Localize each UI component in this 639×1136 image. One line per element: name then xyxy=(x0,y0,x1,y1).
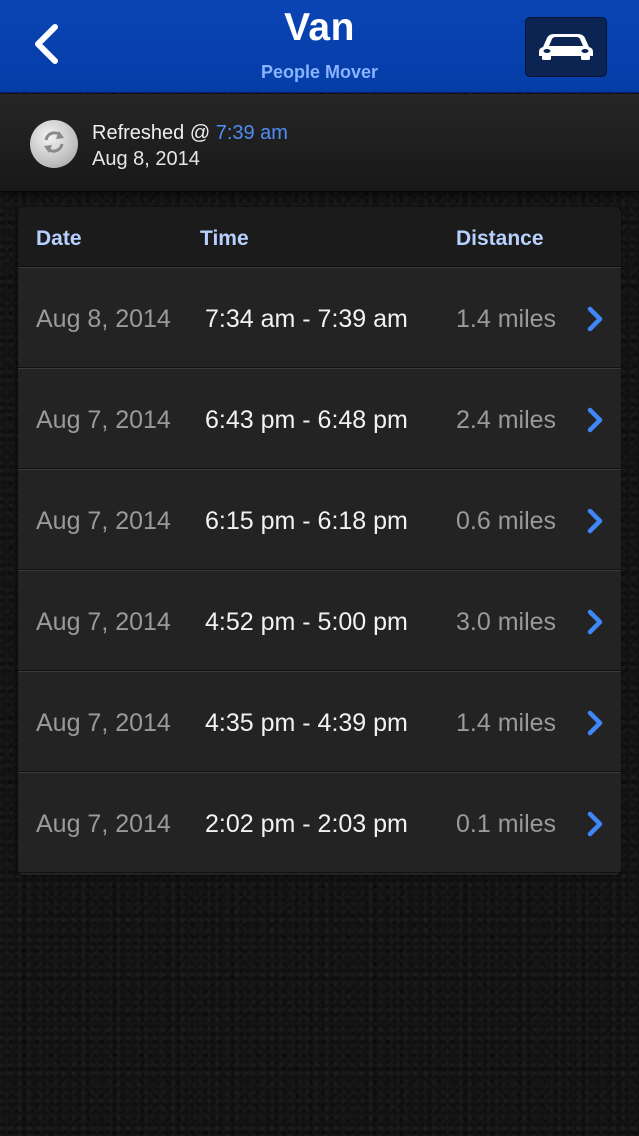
table-row[interactable]: Aug 7, 2014 4:35 pm - 4:39 pm 1.4 miles xyxy=(18,671,621,772)
vehicle-button[interactable] xyxy=(525,17,607,77)
trip-time: 6:15 pm - 6:18 pm xyxy=(205,507,408,535)
column-header-date: Date xyxy=(36,227,82,250)
trip-date: Aug 7, 2014 xyxy=(36,406,171,434)
refresh-label: Refreshed @ xyxy=(92,122,211,144)
chevron-right-icon xyxy=(584,507,606,535)
trip-distance: 3.0 miles xyxy=(456,608,557,636)
trip-date: Aug 7, 2014 xyxy=(36,810,171,838)
refresh-icon xyxy=(39,127,69,162)
table-header: Date Time Distance xyxy=(18,207,621,267)
refresh-time: 7:39 am xyxy=(215,122,288,144)
trip-distance: 2.4 miles xyxy=(456,406,557,434)
trip-distance: 0.6 miles xyxy=(456,507,557,535)
trip-table: Date Time Distance Aug 8, 2014 7:34 am -… xyxy=(18,207,621,875)
refresh-status: Refreshed @ 7:39 am xyxy=(92,122,288,145)
chevron-right-icon xyxy=(584,709,606,737)
refresh-date: Aug 8, 2014 xyxy=(92,148,200,170)
trip-distance: 1.4 miles xyxy=(456,305,557,333)
trip-date: Aug 7, 2014 xyxy=(36,507,171,535)
column-header-time: Time xyxy=(200,227,249,250)
chevron-right-icon xyxy=(584,406,606,434)
table-row[interactable]: Aug 7, 2014 6:15 pm - 6:18 pm 0.6 miles xyxy=(18,469,621,570)
trip-date: Aug 7, 2014 xyxy=(36,709,171,737)
chevron-right-icon xyxy=(584,608,606,636)
trip-time: 7:34 am - 7:39 am xyxy=(205,305,408,333)
refresh-status-bar: Refreshed @ 7:39 am Aug 8, 2014 xyxy=(0,94,639,192)
trip-time: 4:52 pm - 5:00 pm xyxy=(205,608,408,636)
trip-distance: 1.4 miles xyxy=(456,709,557,737)
trip-time: 6:43 pm - 6:48 pm xyxy=(205,406,408,434)
table-row[interactable]: Aug 8, 2014 7:34 am - 7:39 am 1.4 miles xyxy=(18,267,621,368)
table-row[interactable]: Aug 7, 2014 6:43 pm - 6:48 pm 2.4 miles xyxy=(18,368,621,469)
trip-date: Aug 8, 2014 xyxy=(36,305,171,333)
refresh-button[interactable] xyxy=(30,120,78,168)
chevron-right-icon xyxy=(584,305,606,333)
chevron-right-icon xyxy=(584,810,606,838)
trip-date: Aug 7, 2014 xyxy=(36,608,171,636)
trip-time: 2:02 pm - 2:03 pm xyxy=(205,810,408,838)
table-row[interactable]: Aug 7, 2014 2:02 pm - 2:03 pm 0.1 miles xyxy=(18,772,621,873)
navigation-bar: Van People Mover xyxy=(0,0,639,93)
table-row[interactable]: Aug 7, 2014 4:52 pm - 5:00 pm 3.0 miles xyxy=(18,570,621,671)
car-icon xyxy=(537,29,595,66)
column-header-distance: Distance xyxy=(456,227,544,250)
trip-distance: 0.1 miles xyxy=(456,810,557,838)
trip-time: 4:35 pm - 4:39 pm xyxy=(205,709,408,737)
